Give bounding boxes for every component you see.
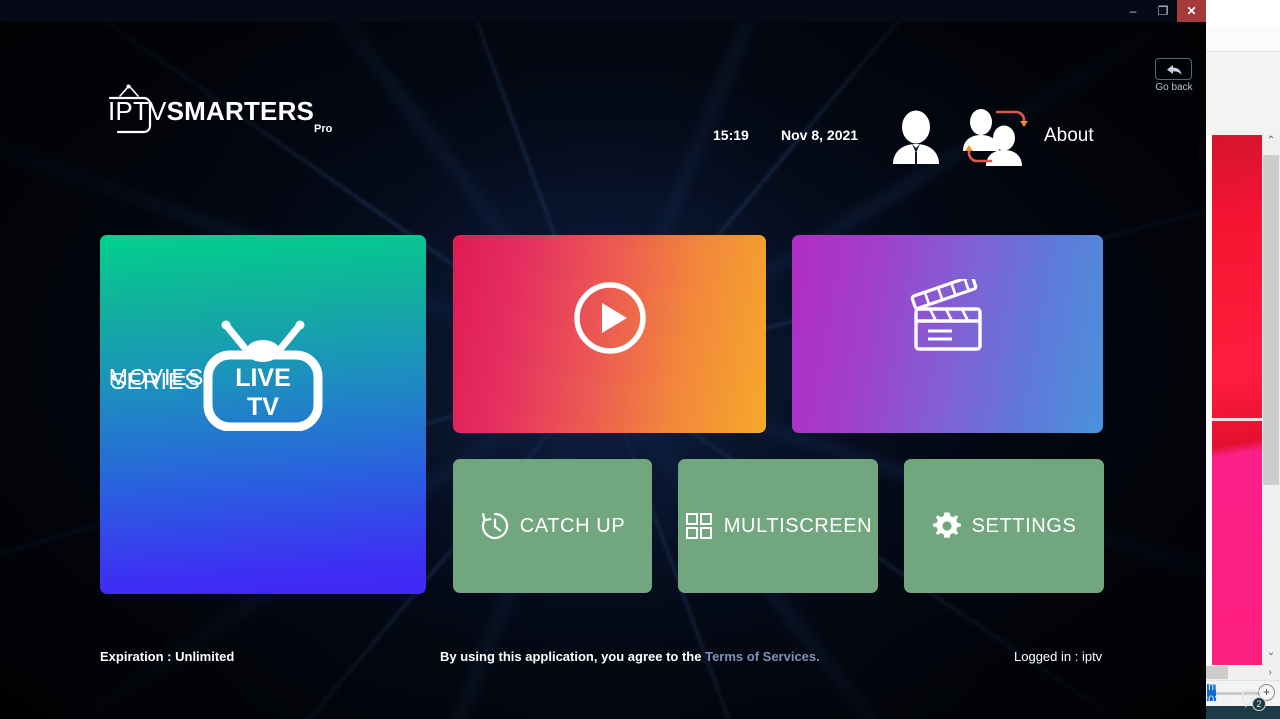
vertical-scrollbar-thumb[interactable] (1263, 155, 1279, 485)
terms-of-services-link[interactable]: Terms of Services. (705, 649, 820, 664)
clapperboard-icon (906, 274, 990, 355)
about-button[interactable]: About (1044, 125, 1094, 147)
header-time: 15:19 (713, 127, 749, 143)
screen: ? ⌃ ⌄ › + . m. 2021 2 – ❐ ✕ (0, 0, 1280, 719)
logo-word-smarters: SMARTERS (166, 96, 315, 126)
minimize-button[interactable]: – (1118, 0, 1148, 22)
background-window-titlebar (1200, 0, 1280, 26)
tile-movies[interactable] (453, 235, 766, 433)
logo-word-pro: Pro (314, 123, 333, 135)
terms-notice-prefix: By using this application, you agree to … (440, 649, 706, 664)
tile-live-tv[interactable]: LIVE TV LIVE TV (100, 235, 426, 594)
notification-badge: 2 (1252, 697, 1266, 711)
tile-multiscreen[interactable]: MULTISCREEN (678, 459, 878, 593)
logo-word-iptv: IPTV (108, 96, 167, 126)
tile-settings[interactable]: SETTINGS (904, 459, 1104, 593)
tile-catch-up-label: CATCH UP (519, 514, 626, 537)
tile-catch-up[interactable]: CATCH UP (453, 459, 652, 593)
horizontal-scrollbar-thumb[interactable] (1206, 666, 1228, 679)
close-button[interactable]: ✕ (1177, 0, 1206, 22)
scroll-down-icon[interactable]: ⌄ (1263, 645, 1279, 661)
tile-series-label: SERIES (110, 368, 201, 394)
app-titlebar (0, 0, 1206, 22)
switch-user-icon[interactable] (960, 108, 1028, 166)
maximize-button[interactable]: ❐ (1148, 0, 1178, 22)
background-window-content (1200, 52, 1280, 135)
back-arrow-icon (1165, 63, 1184, 77)
grid-four-icon (684, 511, 714, 541)
header-date: Nov 8, 2021 (781, 127, 859, 143)
background-window-ribbon (1200, 26, 1280, 52)
logged-in-status: Logged in : iptv (1014, 649, 1103, 664)
tile-series[interactable] (792, 235, 1103, 433)
scroll-right-icon[interactable]: › (1262, 665, 1278, 680)
go-back-label: Go back (1155, 82, 1193, 93)
expiration-status: Expiration : Unlimited (100, 649, 235, 664)
iptv-smarters-app-window: – ❐ ✕ IPTVSMARTERS Pro 15:19 Nov 8, 2021… (0, 0, 1206, 719)
history-clock-icon (480, 511, 510, 541)
scroll-up-icon[interactable]: ⌃ (1263, 133, 1279, 149)
logo-wordmark: IPTVSMARTERS (108, 96, 358, 126)
background-image-divider (1212, 418, 1268, 421)
app-logo: IPTVSMARTERS Pro (100, 74, 360, 144)
gear-icon (932, 511, 962, 541)
terms-notice: By using this application, you agree to … (440, 649, 820, 664)
play-circle-icon (572, 280, 648, 356)
tile-multiscreen-label: MULTISCREEN (723, 514, 873, 537)
go-back-button[interactable] (1155, 58, 1192, 80)
background-image-red (1212, 135, 1268, 665)
tile-settings-label: SETTINGS (971, 514, 1077, 537)
app-body: IPTVSMARTERS Pro 15:19 Nov 8, 2021 About… (0, 22, 1206, 719)
svg-text:TV: TV (247, 393, 279, 421)
user-profile-icon[interactable] (890, 110, 942, 164)
